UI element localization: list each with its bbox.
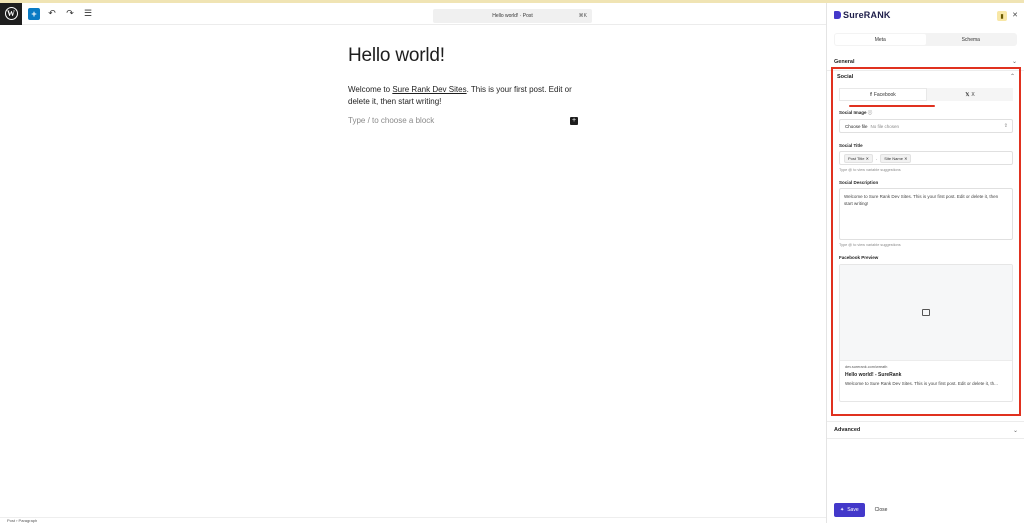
post-paragraph[interactable]: Welcome to Sure Rank Dev Sites. This is … [348,84,578,107]
panel-tabs: Meta Schema [834,33,1017,46]
preview-image-placeholder [840,265,1012,361]
empty-block[interactable]: Type / to choose a block + [348,116,578,125]
save-icon: ✦ [840,507,845,513]
surerank-logo-icon [834,11,841,19]
chevron-up-icon: ⌃ [1009,74,1015,80]
chevron-down-icon: ⌄ [1011,59,1017,65]
close-button[interactable]: Close [871,503,892,517]
social-title-input[interactable]: Post Title ✕ - Site Name ✕ [839,151,1013,165]
facebook-preview-card: dev.surerank.com/wreath Hello world! - S… [839,264,1013,402]
chip-post-title[interactable]: Post Title ✕ [844,153,873,163]
close-icon[interactable]: ✕ [1012,11,1018,19]
facebook-icon: f [870,91,872,98]
tab-schema[interactable]: Schema [926,34,1017,45]
surerank-logo: SureRANK [834,10,891,20]
chart-icon[interactable]: ▮ [997,11,1007,21]
section-social-label: Social [837,73,854,80]
command-label: Hello world! · Post [492,13,533,19]
social-description-label: Social Description [839,180,879,185]
redo-icon[interactable]: ↷ [64,8,76,20]
social-section: Social ⌃ f Facebook 𝕏X Social Image ⓘ Cho… [831,67,1021,416]
block-placeholder: Type / to choose a block [348,116,435,125]
command-shortcut: ⌘K [578,13,587,19]
chip-separator: - [875,155,878,161]
block-inserter-button[interactable]: + [570,116,578,125]
tab-meta[interactable]: Meta [835,34,926,45]
editor-canvas: Hello world! Welcome to Sure Rank Dev Si… [348,45,578,125]
preview-description: Welcome to Sure Rank Dev Sites. This is … [845,381,998,386]
preview-url: dev.surerank.com/wreath [845,365,888,369]
post-title[interactable]: Hello world! [348,45,578,67]
command-palette[interactable]: Hello world! · Post ⌘K [433,9,592,23]
undo-icon[interactable]: ↶ [46,8,58,20]
tab-facebook[interactable]: f Facebook [839,88,927,101]
chip-site-name[interactable]: Site Name ✕ [880,153,912,163]
info-icon: ⓘ [867,110,873,115]
save-label: Save [847,507,859,513]
surerank-panel: SureRANK ▮ ✕ Meta Schema General ⌄ Socia… [826,3,1024,523]
body-text: Welcome to [348,85,393,94]
social-description-input[interactable]: Welcome to Sure Rank Dev Sites. This is … [839,188,1013,240]
social-image-label-text: Social Image [839,110,867,115]
no-file-text: No file chosen [870,123,900,129]
tab-facebook-label: Facebook [873,91,896,98]
facebook-preview-label: Facebook Preview [839,255,879,260]
add-block-button[interactable]: + [28,7,40,20]
section-advanced-label: Advanced [834,427,861,433]
panel-actions: ✦ Save Close [827,497,1024,523]
body-link[interactable]: Sure Rank Dev Sites [392,85,466,94]
social-image-label: Social Image ⓘ [839,110,1013,116]
social-title-label: Social Title [839,143,863,148]
save-button[interactable]: ✦ Save [834,503,865,517]
image-icon [922,309,930,316]
panel-header: SureRANK ▮ ✕ [827,3,1024,27]
wordpress-logo[interactable]: W [0,2,22,25]
preview-title: Hello world! - SureRank [845,372,902,378]
upload-icon[interactable]: ⇪ [1004,123,1008,129]
section-general-label: General [834,58,855,65]
chip-site-name-label: Site Name [884,155,903,161]
tab-x-label: X [971,91,975,98]
section-social-header[interactable]: Social ⌃ [833,69,1019,84]
x-icon: 𝕏 [965,91,970,98]
chevron-down-icon: ⌄ [1012,427,1018,434]
social-network-tabs: f Facebook 𝕏X [839,88,1013,107]
breadcrumb: Post › Paragraph [0,517,826,523]
tab-x[interactable]: 𝕏X [927,88,1013,101]
chip-post-title-label: Post Title [848,155,865,161]
social-image-input[interactable]: Choose file No file chosen ⇪ [839,119,1013,133]
choose-file-button[interactable]: Choose file [845,124,868,129]
wordpress-icon: W [4,7,18,20]
brand-name: SureRANK [843,10,891,20]
section-advanced[interactable]: Advanced ⌄ [827,421,1024,439]
document-overview-icon[interactable]: ☰ [82,8,94,20]
annotation-underline [849,105,935,107]
